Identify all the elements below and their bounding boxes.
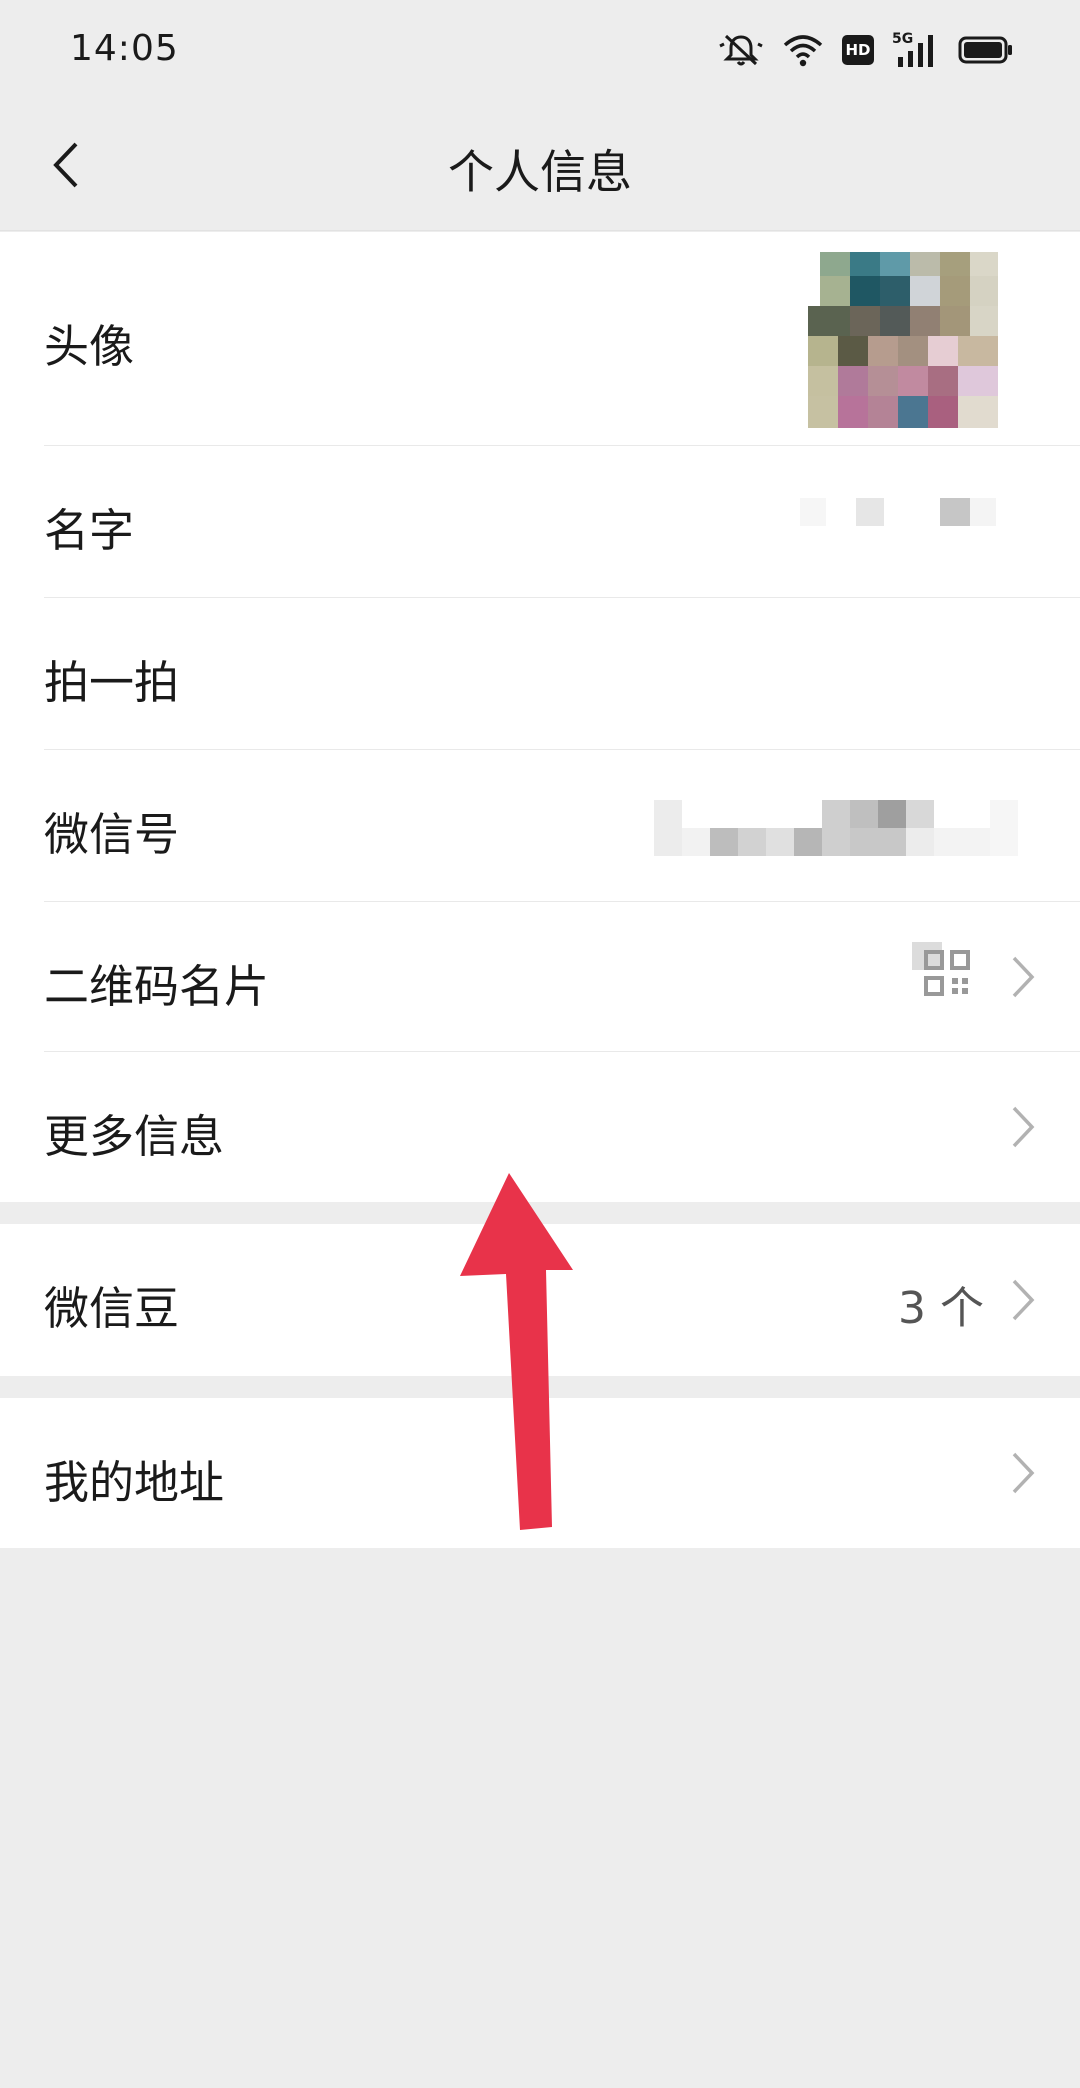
annotation-arrow-icon xyxy=(460,1173,573,1530)
